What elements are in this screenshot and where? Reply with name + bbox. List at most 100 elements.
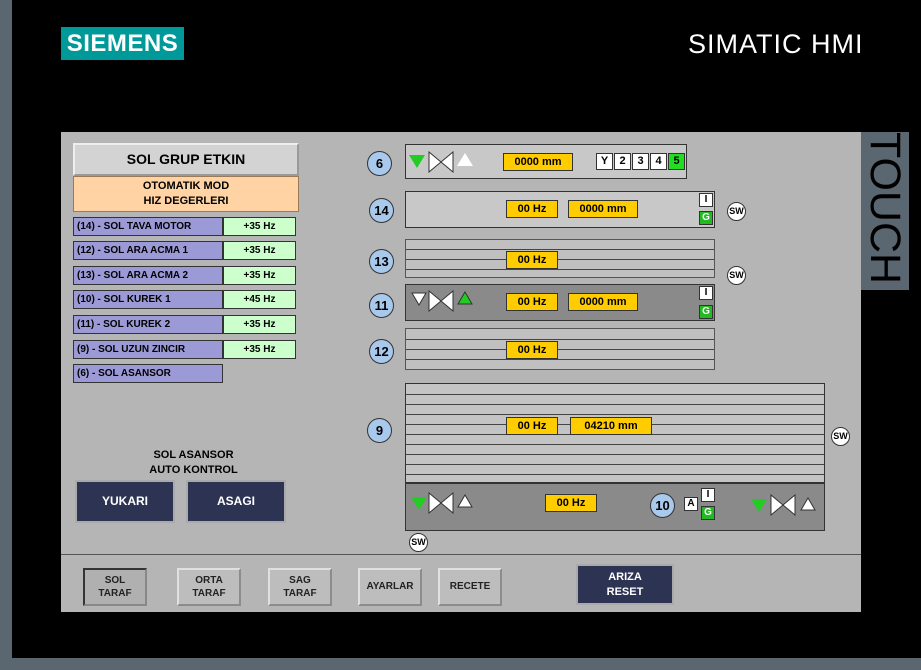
sol-taraf-button[interactable]: SOL TARAF [83, 568, 147, 606]
elevator-line1: SOL ASANSOR [153, 449, 234, 461]
up-arrow-icon[interactable] [457, 153, 473, 166]
i-indicator: I [699, 193, 713, 207]
motor-label: (11) - SOL KUREK 2 [73, 315, 223, 334]
motor-speed-value[interactable]: +35 Hz [223, 340, 296, 359]
switch-indicator[interactable]: SW [727, 202, 746, 221]
ayarlar-button[interactable]: AYARLAR [358, 568, 422, 606]
step-indicator[interactable]: 4 [650, 153, 667, 170]
g-indicator: G [701, 506, 715, 520]
conveyor-number: 6 [367, 151, 392, 176]
frequency-display: 00 Hz [506, 341, 558, 359]
chain-line [406, 464, 824, 465]
position-display: 04210 mm [570, 417, 652, 435]
step-indicator[interactable]: Y [596, 153, 613, 170]
button-line: SAG [289, 575, 311, 586]
button-line: ORTA [195, 575, 223, 586]
step-indicator[interactable]: 2 [614, 153, 631, 170]
product-name: SIMATIC HMI [688, 29, 864, 59]
motor-label: (9) - SOL UZUN ZINCIR [73, 340, 223, 359]
motor-speed-value[interactable]: +35 Hz [223, 217, 296, 236]
conveyor-13-rollers [405, 239, 715, 278]
mode-line2: HIZ DEGERLERI [143, 195, 229, 207]
hmi-screen: SOL GRUP ETKIN OTOMATIK MOD HIZ DEGERLER… [61, 132, 861, 612]
group-status-button[interactable]: SOL GRUP ETKIN [73, 143, 299, 176]
mode-box: OTOMATIK MOD HIZ DEGERLERI [73, 176, 299, 212]
roller-line [406, 249, 714, 250]
position-display: 0000 mm [568, 200, 638, 218]
conveyor-number: 13 [369, 249, 394, 274]
chain-line [406, 404, 824, 405]
elevator-line2: AUTO KONTROL [149, 464, 238, 476]
touch-label: TOUCH [861, 132, 909, 285]
down-arrow-icon[interactable] [409, 155, 425, 168]
roller-line [406, 269, 714, 270]
chain-line [406, 394, 824, 395]
valve-icon[interactable] [428, 290, 454, 312]
conveyor-number: 12 [369, 339, 394, 364]
motor-label: (12) - SOL ARA ACMA 1 [73, 241, 223, 260]
orta-taraf-button[interactable]: ORTA TARAF [177, 568, 241, 606]
up-arrow-icon[interactable] [457, 494, 473, 508]
valve-icon[interactable] [428, 492, 454, 514]
conveyor-14-lane [405, 191, 715, 228]
chain-line [406, 474, 824, 475]
down-arrow-icon[interactable] [411, 292, 427, 306]
conveyor-12-rollers [405, 328, 715, 370]
motor-speed-value[interactable]: +35 Hz [223, 241, 296, 260]
chain-line [406, 414, 824, 415]
switch-indicator[interactable]: SW [831, 427, 850, 446]
down-arrow-icon[interactable] [751, 499, 767, 512]
up-button[interactable]: YUKARI [75, 480, 175, 523]
a-indicator: A [684, 497, 698, 511]
chain-line [406, 454, 824, 455]
position-display: 0000 mm [568, 293, 638, 311]
down-arrow-icon[interactable] [411, 497, 427, 510]
motor-speed-value[interactable]: +35 Hz [223, 315, 296, 334]
button-line: SOL [104, 575, 126, 586]
frequency-display: 00 Hz [506, 200, 558, 218]
conveyor-number: 14 [369, 198, 394, 223]
switch-indicator[interactable]: SW [409, 533, 428, 552]
frequency-display: 00 Hz [506, 417, 558, 435]
i-indicator: I [701, 488, 715, 502]
switch-indicator[interactable]: SW [727, 266, 746, 285]
motor-label: (10) - SOL KUREK 1 [73, 290, 223, 309]
nav-divider [61, 554, 861, 555]
valve-icon[interactable] [428, 151, 454, 173]
button-line: TARAF [98, 588, 132, 599]
down-button[interactable]: ASAGI [186, 480, 286, 523]
step-indicator-active[interactable]: 5 [668, 153, 685, 170]
up-arrow-icon[interactable] [800, 497, 816, 511]
conveyor-number: 10 [650, 493, 675, 518]
motor-speed-value[interactable]: +35 Hz [223, 266, 296, 285]
chain-line [406, 444, 824, 445]
roller-line [406, 359, 714, 360]
frequency-display: 00 Hz [506, 293, 558, 311]
sag-taraf-button[interactable]: SAG TARAF [268, 568, 332, 606]
motor-label: (6) - SOL ASANSOR [73, 364, 223, 383]
g-indicator: G [699, 305, 713, 319]
button-line: TARAF [283, 588, 317, 599]
g-indicator: G [699, 211, 713, 225]
roller-line [406, 349, 714, 350]
button-line: RESET [606, 586, 644, 598]
button-line: TARAF [192, 588, 226, 599]
frequency-display: 00 Hz [545, 494, 597, 512]
roller-line [406, 259, 714, 260]
position-display: 0000 mm [503, 153, 573, 171]
roller-line [406, 339, 714, 340]
conveyor-number: 9 [367, 418, 392, 443]
valve-icon[interactable] [770, 494, 796, 516]
button-line: ARIZA [608, 571, 642, 583]
up-arrow-icon[interactable] [457, 291, 473, 305]
conveyor-number: 11 [369, 293, 394, 318]
i-indicator: I [699, 286, 713, 300]
elevator-control-title: SOL ASANSOR AUTO KONTROL [131, 448, 256, 478]
motor-label: (13) - SOL ARA ACMA 2 [73, 266, 223, 285]
ariza-reset-button[interactable]: ARIZA RESET [576, 564, 674, 605]
recete-button[interactable]: RECETE [438, 568, 502, 606]
mode-line1: OTOMATIK MOD [142, 180, 230, 192]
step-indicator[interactable]: 3 [632, 153, 649, 170]
motor-speed-value[interactable]: +45 Hz [223, 290, 296, 309]
frequency-display: 00 Hz [506, 251, 558, 269]
